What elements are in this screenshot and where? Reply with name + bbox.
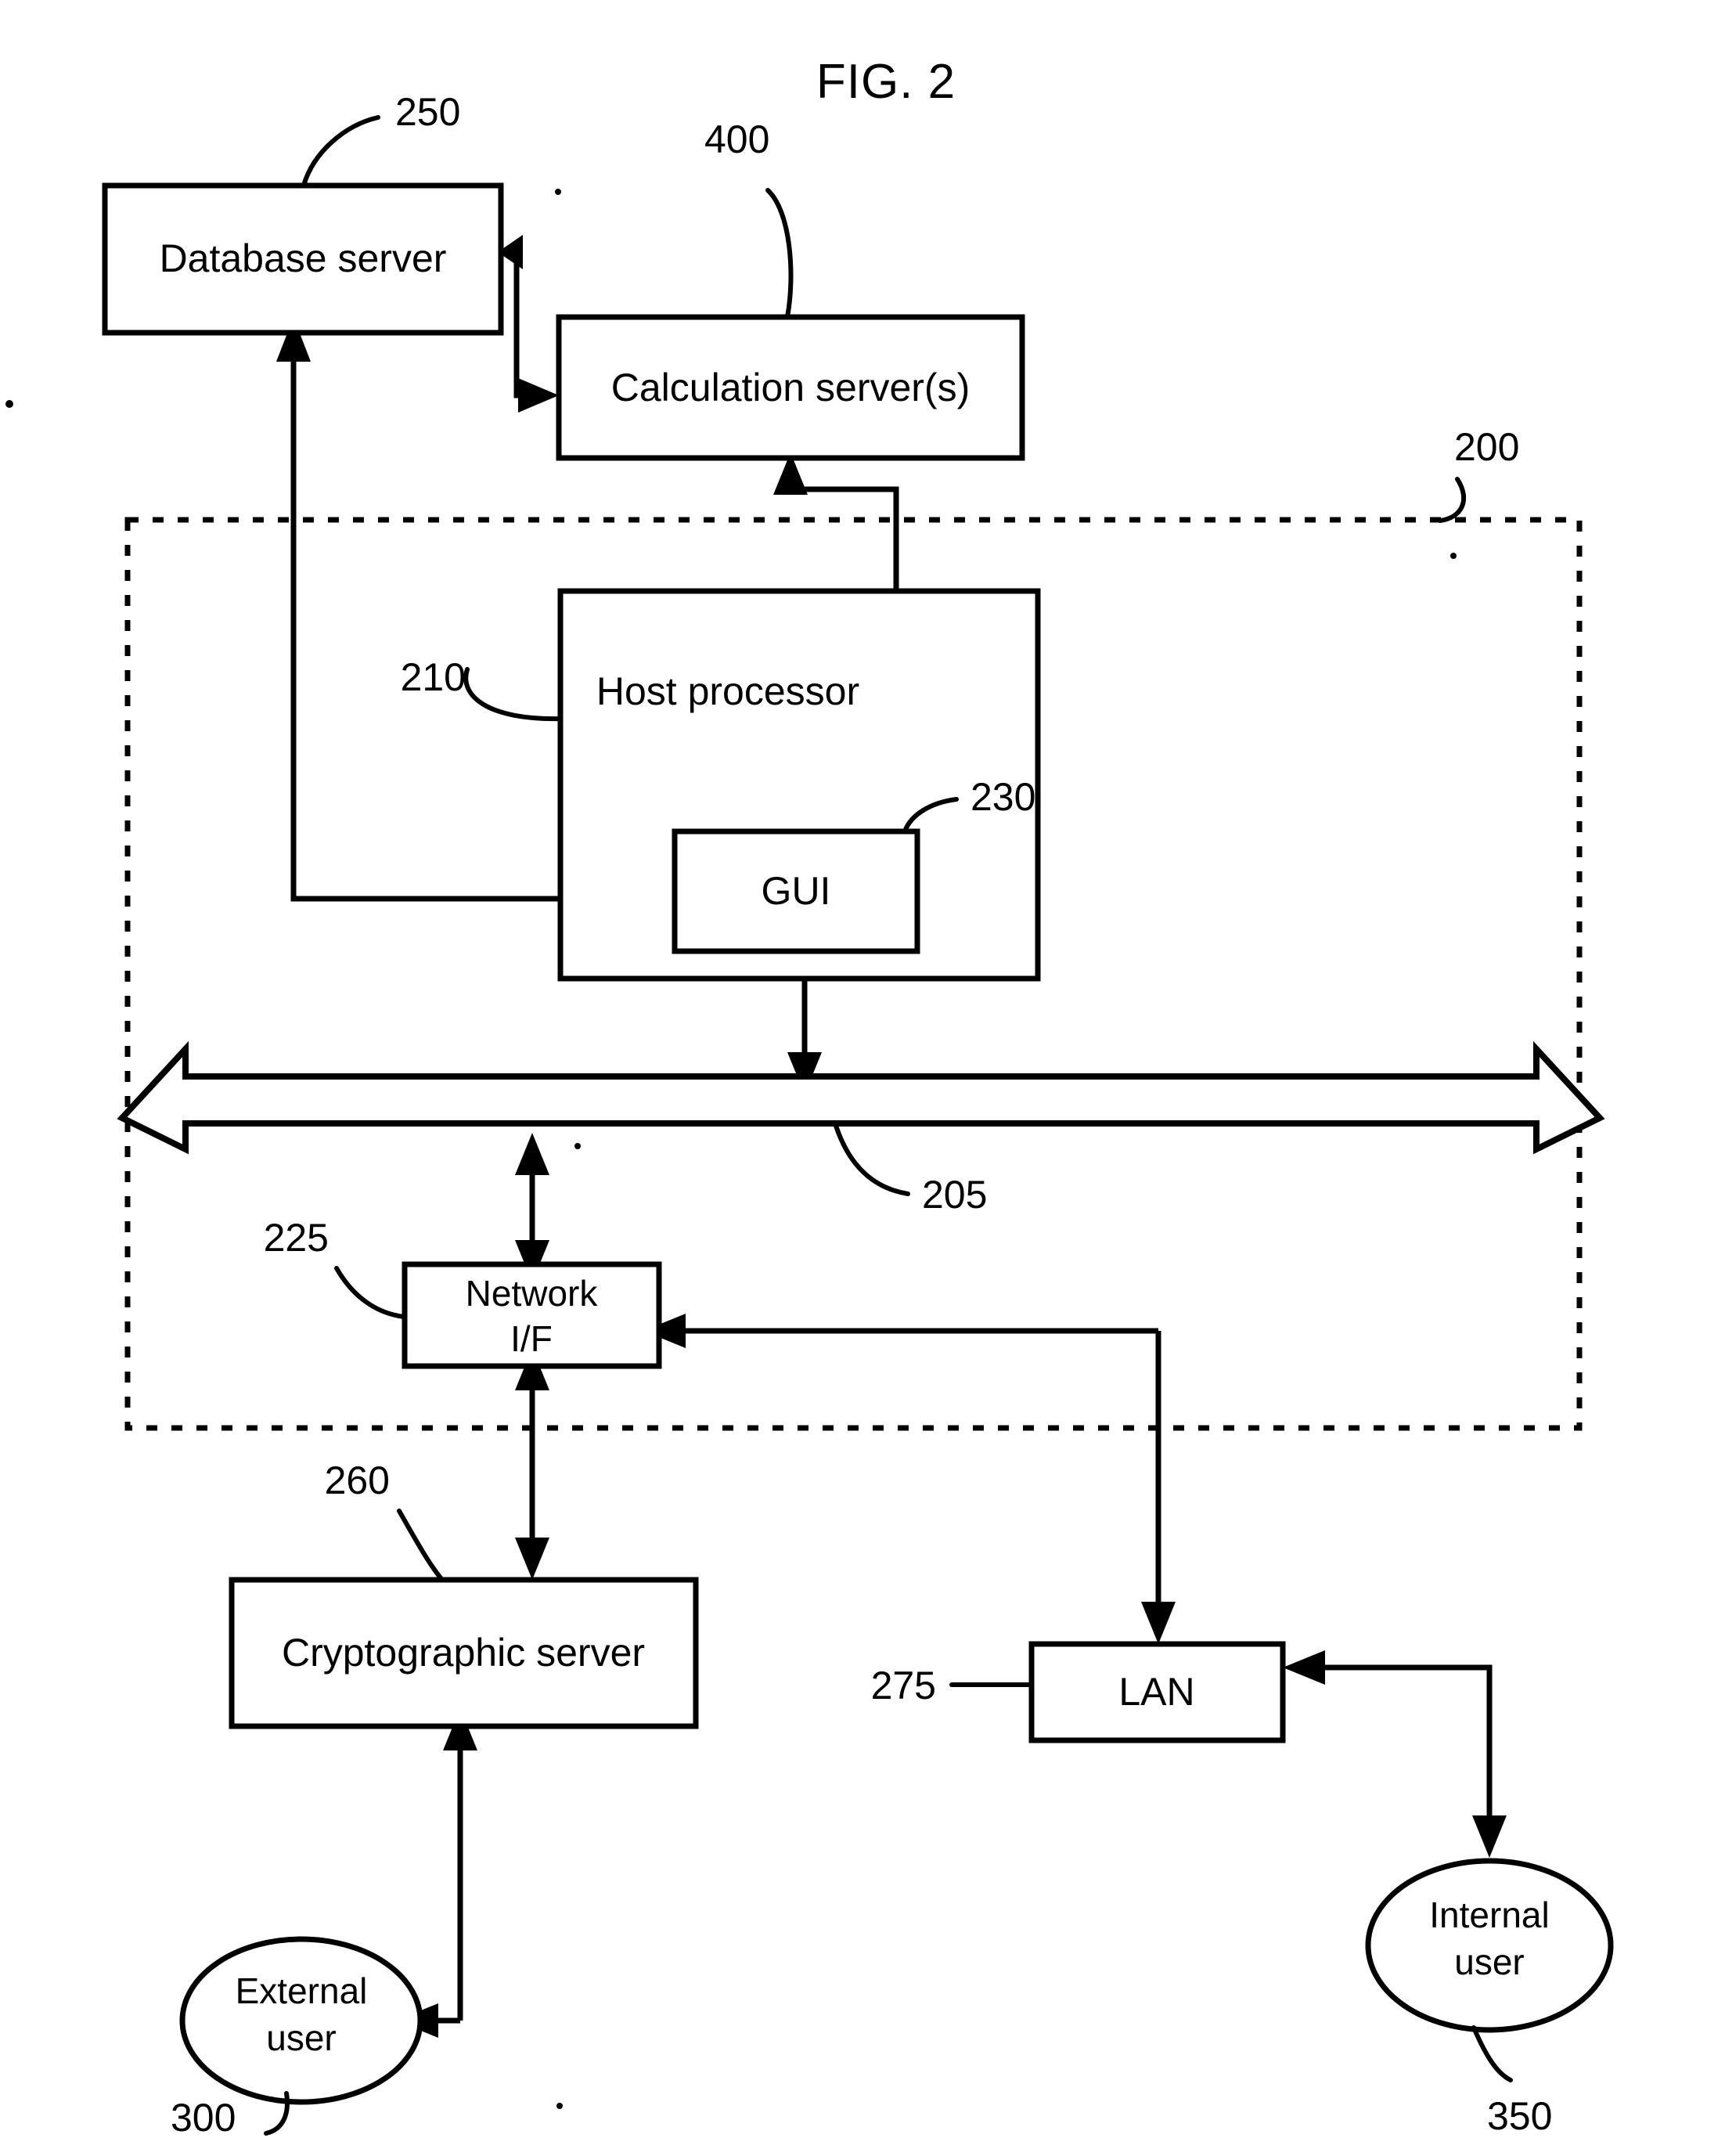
leader-205	[834, 1123, 910, 1196]
leader-400	[765, 188, 794, 319]
scan-speck	[555, 189, 561, 195]
scan-speck	[574, 1143, 581, 1149]
gui-label: GUI	[762, 869, 831, 913]
arrowhead-into-lan-top	[1141, 1602, 1176, 1644]
ref-260: 260	[325, 1458, 390, 1502]
internal-user-label-line2: user	[1454, 1941, 1524, 1982]
ref-250: 250	[395, 90, 460, 134]
network-if-label-line1: Network	[466, 1273, 599, 1314]
leader-210	[463, 667, 563, 722]
database-server-label: Database server	[160, 236, 447, 280]
internal-user-label-line1: Internal	[1429, 1895, 1549, 1935]
patent-figure-2: FIG. 2 Database server Calculation serve…	[0, 0, 1725, 2156]
ref-200: 200	[1454, 425, 1519, 469]
ref-275: 275	[871, 1664, 936, 1707]
ref-205: 205	[922, 1173, 987, 1217]
arrowhead-crypto-down	[515, 1538, 549, 1580]
ref-350: 350	[1487, 2094, 1552, 2138]
connector-lan-to-internal-user	[1301, 1664, 1493, 1840]
leader-350	[1471, 2025, 1513, 2082]
arrowhead-into-internal-user	[1472, 1815, 1507, 1858]
lan-label: LAN	[1118, 1670, 1194, 1714]
ref-210: 210	[401, 655, 466, 699]
leader-260	[397, 1509, 445, 1582]
arrowhead-into-lan-right	[1283, 1650, 1325, 1685]
ref-230: 230	[971, 775, 1035, 819]
arrowhead-into-calculation-server-left	[518, 378, 559, 413]
leader-200	[1438, 477, 1467, 523]
host-processor-label: Host processor	[596, 669, 859, 713]
ref-400: 400	[704, 117, 769, 161]
scan-speck	[556, 2103, 563, 2109]
arrowhead-network-if-up	[515, 1133, 549, 1175]
network-if-label-line2: I/F	[510, 1318, 553, 1359]
calculation-server-label: Calculation server(s)	[611, 366, 970, 409]
external-user-label-line1: External	[236, 1970, 368, 2011]
leader-250	[301, 115, 380, 188]
external-user-label-line2: user	[266, 2017, 336, 2058]
ref-300: 300	[171, 2096, 236, 2140]
diagram-canvas: FIG. 2 Database server Calculation serve…	[5, 55, 1614, 2140]
leader-225	[334, 1266, 407, 1319]
cryptographic-server-label: Cryptographic server	[282, 1631, 645, 1675]
scan-speck	[1450, 553, 1457, 559]
figure-title: FIG. 2	[816, 55, 956, 109]
system-bus	[117, 1040, 1605, 1155]
scan-speck	[5, 400, 13, 408]
connector-database-to-calculation-server	[501, 249, 540, 398]
ref-225: 225	[264, 1216, 329, 1260]
